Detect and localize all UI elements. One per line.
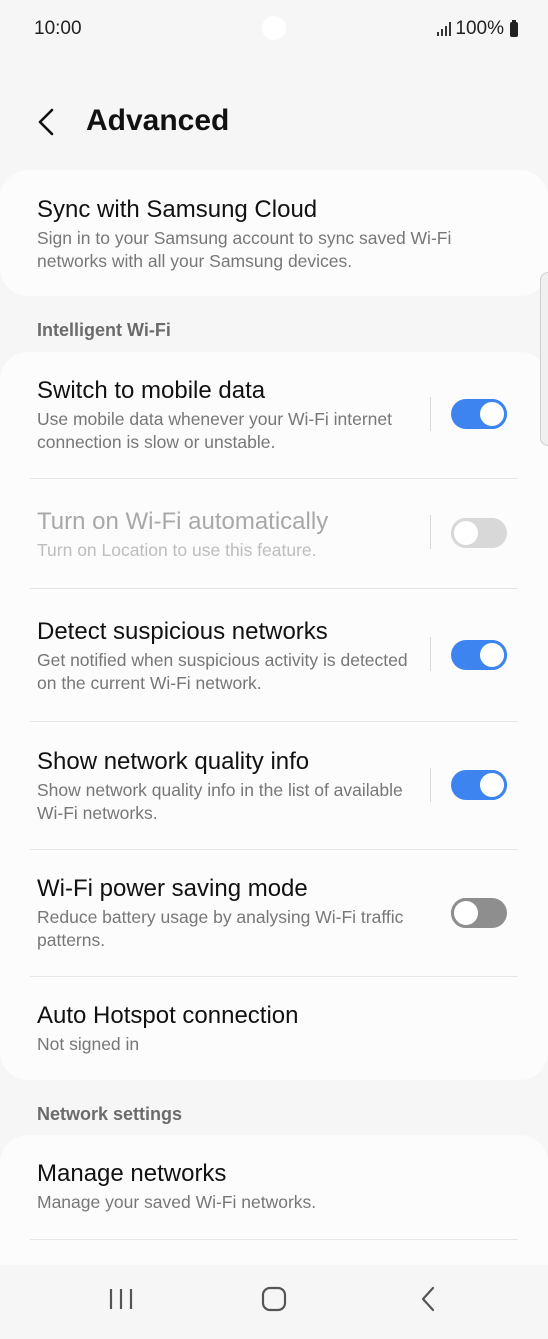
- back-button[interactable]: [30, 102, 66, 142]
- item-title: Sync with Samsung Cloud: [37, 196, 318, 223]
- detect-suspicious-networks-item[interactable]: Detect suspicious networks Get notified …: [37, 617, 518, 695]
- scrollbar-handle[interactable]: [540, 272, 548, 446]
- item-subtitle: Turn on Location to use this feature.: [37, 540, 317, 560]
- item-title: Auto Hotspot connection: [37, 1002, 299, 1029]
- nav-back-icon: [421, 1286, 435, 1312]
- app-bar: Advanced: [0, 96, 548, 152]
- item-subtitle: Get notified when suspicious activity is…: [37, 650, 408, 693]
- item-title: Manage networks: [37, 1160, 227, 1187]
- turn-on-wifi-automatically-toggle[interactable]: [451, 518, 507, 548]
- section-header-intelligent-wifi: Intelligent Wi-Fi: [37, 320, 171, 340]
- recents-icon: [109, 1289, 133, 1309]
- divider: [30, 1239, 518, 1240]
- divider: [430, 768, 431, 802]
- battery-icon: [510, 19, 518, 37]
- camera-cutout: [262, 16, 286, 40]
- toggle-knob: [477, 770, 507, 800]
- signal-icon: [437, 22, 452, 36]
- turn-on-wifi-automatically-item[interactable]: Turn on Wi-Fi automatically Turn on Loca…: [37, 507, 518, 562]
- intelligent-wifi-card: Switch to mobile data Use mobile data wh…: [0, 352, 548, 1080]
- switch-to-mobile-data-item[interactable]: Switch to mobile data Use mobile data wh…: [37, 376, 518, 454]
- nav-back-button[interactable]: [404, 1279, 454, 1319]
- section-header-network-settings: Network settings: [37, 1104, 183, 1124]
- detect-suspicious-networks-toggle[interactable]: [451, 640, 507, 670]
- divider: [430, 397, 431, 431]
- item-title: Show network quality info: [37, 748, 310, 775]
- toggle-knob: [477, 640, 507, 670]
- item-subtitle: Reduce battery usage by analysing Wi-Fi …: [37, 907, 404, 950]
- toggle-knob: [451, 898, 481, 928]
- item-subtitle: Show network quality info in the list of…: [37, 780, 403, 823]
- divider: [30, 976, 518, 977]
- toggle-knob: [451, 518, 481, 548]
- status-time: 10:00: [34, 18, 82, 39]
- divider: [430, 515, 431, 549]
- wifi-power-saving-mode-item[interactable]: Wi-Fi power saving mode Reduce battery u…: [37, 874, 518, 952]
- battery-percent: 100%: [455, 18, 504, 39]
- status-bar: 10:00 100%: [34, 16, 518, 44]
- item-title: Switch to mobile data: [37, 377, 266, 404]
- item-subtitle: Not signed in: [37, 1034, 140, 1054]
- item-title: Wi-Fi power saving mode: [37, 875, 308, 902]
- toggle-knob: [477, 399, 507, 429]
- divider: [30, 588, 518, 589]
- switch-to-mobile-data-toggle[interactable]: [451, 399, 507, 429]
- item-subtitle: Sign in to your Samsung account to sync …: [37, 228, 452, 271]
- item-title: Detect suspicious networks: [37, 618, 328, 645]
- sync-card[interactable]: Sync with Samsung Cloud Sign in to your …: [0, 170, 548, 296]
- item-title: Turn on Wi-Fi automatically: [37, 508, 329, 535]
- recents-button[interactable]: [96, 1279, 146, 1319]
- sync-samsung-cloud-item[interactable]: Sync with Samsung Cloud Sign in to your …: [37, 195, 518, 273]
- item-subtitle: Manage your saved Wi-Fi networks.: [37, 1192, 317, 1212]
- status-right: 100%: [437, 18, 518, 40]
- page-title: Advanced: [86, 104, 230, 137]
- show-network-quality-info-toggle[interactable]: [451, 770, 507, 800]
- manage-networks-item[interactable]: Manage networks Manage your saved Wi-Fi …: [37, 1159, 518, 1214]
- home-icon: [261, 1286, 287, 1312]
- divider: [30, 721, 518, 722]
- divider: [30, 849, 518, 850]
- home-button[interactable]: [249, 1279, 299, 1319]
- divider: [430, 637, 431, 671]
- navigation-bar: [0, 1265, 548, 1339]
- screen: 10:00 100% Advanced Sync with Samsung Cl…: [0, 0, 548, 1339]
- show-network-quality-info-item[interactable]: Show network quality info Show network q…: [37, 747, 518, 825]
- item-subtitle: Use mobile data whenever your Wi-Fi inte…: [37, 409, 393, 452]
- chevron-left-icon: [38, 108, 54, 136]
- wifi-power-saving-mode-toggle[interactable]: [451, 898, 507, 928]
- auto-hotspot-connection-item[interactable]: Auto Hotspot connection Not signed in: [37, 1001, 518, 1056]
- divider: [30, 478, 518, 479]
